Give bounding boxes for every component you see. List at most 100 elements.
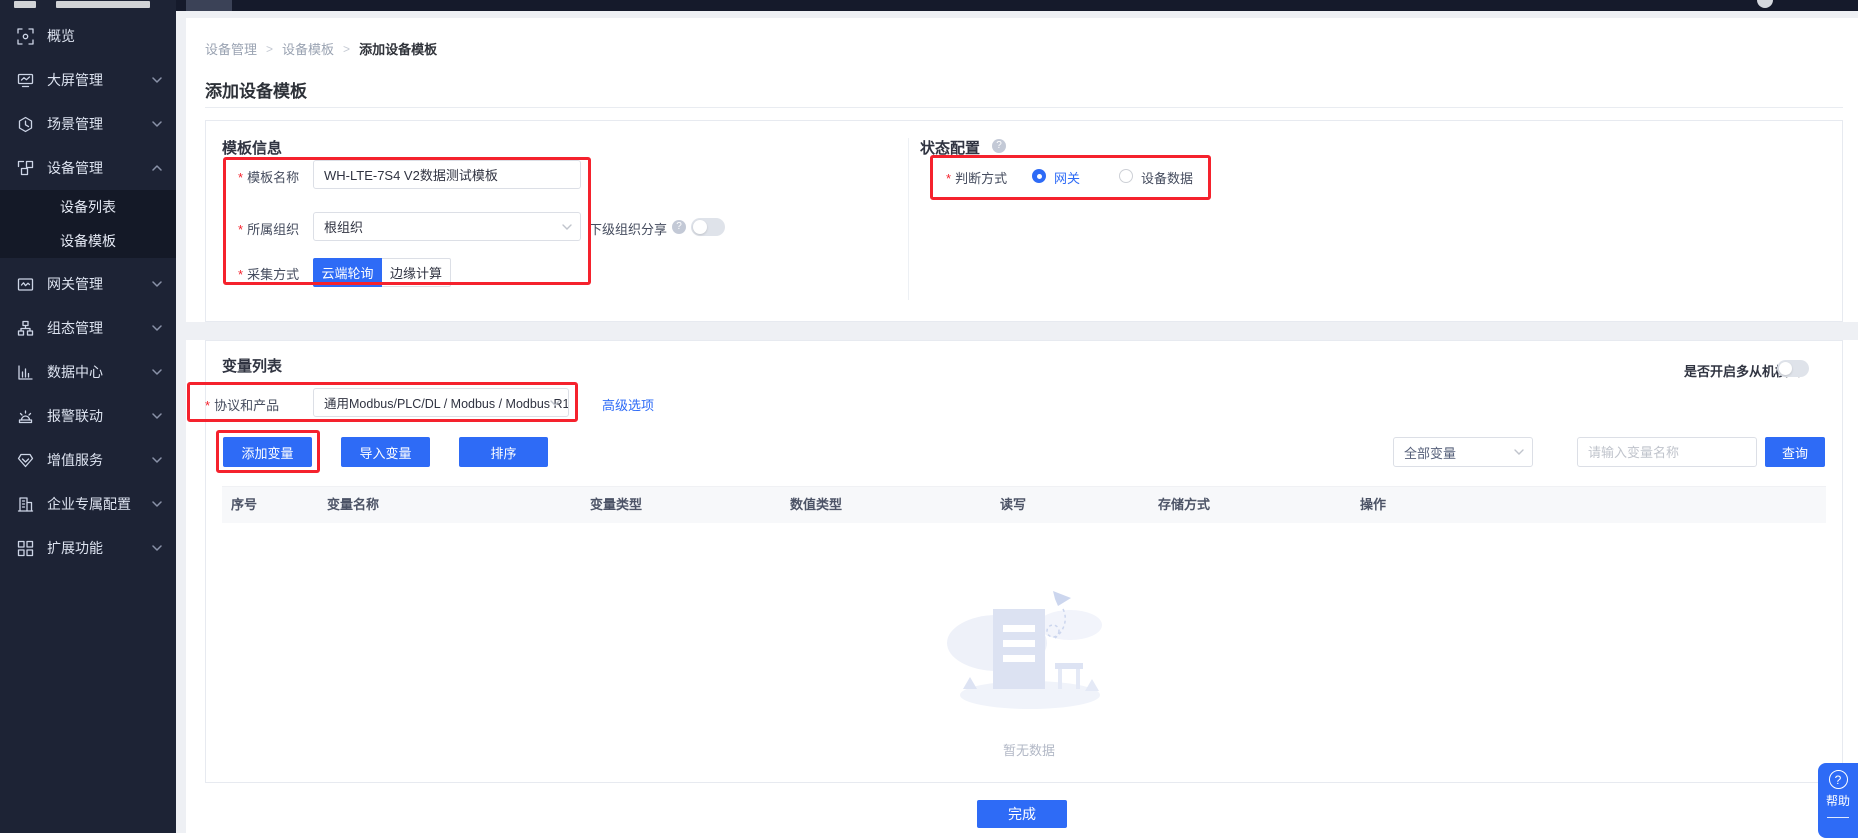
sidebar-item-label: 增值服务 — [47, 450, 103, 470]
breadcrumb-device-mgmt[interactable]: 设备管理 — [205, 39, 257, 58]
device-icon — [17, 160, 34, 177]
sidebar-subitem-label: 设备模板 — [60, 231, 116, 251]
sidebar-item-data-center[interactable]: 数据中心 — [0, 350, 176, 394]
sort-button[interactable]: 排序 — [459, 437, 548, 467]
help-widget-label: 帮助 — [1818, 792, 1858, 809]
variable-search-input[interactable] — [1577, 437, 1757, 467]
breadcrumb-separator: > — [266, 42, 273, 56]
breadcrumb: 设备管理 > 设备模板 > 添加设备模板 — [205, 39, 437, 58]
variable-table-header: 序号 变量名称 变量类型 数值类型 读写 存储方式 操作 — [222, 486, 1826, 523]
grid-icon — [17, 540, 34, 557]
template-info-section-title: 模板信息 — [222, 137, 282, 158]
brand-logo-fragment — [56, 1, 150, 8]
gem-icon — [17, 452, 34, 469]
add-variable-button[interactable]: 添加变量 — [223, 437, 312, 467]
alarm-icon — [17, 408, 34, 425]
chevron-down-icon — [550, 400, 560, 406]
sidebar-item-label: 大屏管理 — [47, 70, 103, 90]
brand-logo-fragment — [14, 1, 36, 8]
collect-mode-label: *采集方式 — [238, 264, 299, 283]
sidebar-item-label: 概览 — [47, 26, 75, 46]
chevron-down-icon — [152, 77, 162, 83]
col-header-read-write: 读写 — [1000, 487, 1026, 523]
screen-icon — [17, 72, 34, 89]
chevron-down-icon — [152, 325, 162, 331]
col-header-storage: 存储方式 — [1158, 487, 1210, 523]
col-header-index: 序号 — [231, 487, 257, 523]
protocol-select[interactable]: 通用Modbus/PLC/DL / Modbus / Modbus R1 — [313, 388, 569, 417]
sidebar-menu: 概览 大屏管理 场景管理 设备管理 设备列表 设备模板 — [0, 14, 176, 570]
scan-overview-icon — [17, 28, 34, 45]
topbar — [176, 0, 1858, 11]
status-config-section-title: 状态配置 — [920, 137, 980, 158]
breadcrumb-device-template[interactable]: 设备模板 — [282, 39, 334, 58]
sidebar-item-label: 组态管理 — [47, 318, 103, 338]
collect-cloud-polling-button[interactable]: 云端轮询 — [313, 258, 382, 287]
sidebar-item-scada-mgmt[interactable]: 组态管理 — [0, 306, 176, 350]
radio-gateway-label[interactable]: 网关 — [1054, 168, 1080, 187]
sub-org-share-toggle[interactable] — [691, 218, 725, 236]
breadcrumb-current: 添加设备模板 — [359, 39, 437, 58]
sidebar-item-scene-mgmt[interactable]: 场景管理 — [0, 102, 176, 146]
required-mark: * — [238, 170, 243, 185]
sidebar-subitem-device-list[interactable]: 设备列表 — [0, 190, 176, 224]
chevron-down-icon — [152, 501, 162, 507]
card-vertical-divider — [908, 138, 909, 300]
empty-state-text: 暂无数据 — [979, 740, 1079, 759]
sidebar: 概览 大屏管理 场景管理 设备管理 设备列表 设备模板 — [0, 0, 176, 833]
topbar-tab — [186, 0, 232, 11]
building-icon — [17, 496, 34, 513]
required-mark: * — [946, 171, 951, 186]
sidebar-item-screen-mgmt[interactable]: 大屏管理 — [0, 58, 176, 102]
help-question-icon[interactable]: ? — [992, 139, 1006, 153]
chevron-down-icon — [152, 121, 162, 127]
col-header-actions: 操作 — [1360, 487, 1386, 523]
template-name-input[interactable] — [313, 160, 581, 189]
sub-org-share-label: 下级组织分享 — [589, 219, 667, 238]
help-question-icon[interactable]: ? — [672, 220, 686, 234]
required-mark: * — [238, 222, 243, 237]
chevron-down-icon — [152, 413, 162, 419]
sidebar-subitem-device-template[interactable]: 设备模板 — [0, 224, 176, 258]
variable-filter-value: 全部变量 — [1404, 443, 1456, 462]
page-title: 添加设备模板 — [205, 77, 307, 102]
chevron-down-icon — [152, 369, 162, 375]
chevron-down-icon — [152, 457, 162, 463]
radio-device-data-label[interactable]: 设备数据 — [1141, 168, 1193, 187]
template-name-label: *模板名称 — [238, 167, 299, 186]
breadcrumb-separator: > — [343, 42, 350, 56]
content-left-gutter — [176, 11, 186, 833]
content-top-gutter — [186, 11, 1858, 18]
sidebar-item-label: 设备管理 — [47, 158, 103, 178]
variable-filter-select[interactable]: 全部变量 — [1393, 437, 1533, 467]
sidebar-item-gateway-mgmt[interactable]: 网关管理 — [0, 262, 176, 306]
help-widget-divider — [1827, 817, 1849, 818]
chevron-down-icon — [152, 545, 162, 551]
multi-slave-toggle[interactable] — [1777, 360, 1809, 377]
sidebar-item-extensions[interactable]: 扩展功能 — [0, 526, 176, 570]
sidebar-item-label: 场景管理 — [47, 114, 103, 134]
bar-chart-icon — [17, 364, 34, 381]
sidebar-item-value-added[interactable]: 增值服务 — [0, 438, 176, 482]
chevron-up-icon — [152, 165, 162, 171]
help-widget[interactable]: ? 帮助 — [1818, 763, 1858, 838]
advanced-options-link[interactable]: 高级选项 — [602, 395, 654, 414]
radio-gateway-selected[interactable] — [1032, 169, 1046, 183]
org-select[interactable]: 根组织 — [313, 212, 581, 241]
sidebar-item-enterprise-config[interactable]: 企业专属配置 — [0, 482, 176, 526]
card-gap-band — [186, 322, 1858, 340]
sidebar-item-overview[interactable]: 概览 — [0, 14, 176, 58]
radio-device-data[interactable] — [1119, 169, 1133, 183]
collect-edge-computing-button[interactable]: 边缘计算 — [382, 258, 451, 287]
import-variable-button[interactable]: 导入变量 — [341, 437, 430, 467]
sidebar-item-alarm-linkage[interactable]: 报警联动 — [0, 394, 176, 438]
org-label: *所属组织 — [238, 219, 299, 238]
done-button[interactable]: 完成 — [977, 800, 1067, 828]
search-button[interactable]: 查询 — [1765, 437, 1825, 467]
sidebar-item-device-mgmt[interactable]: 设备管理 — [0, 146, 176, 190]
chevron-down-icon — [1514, 449, 1524, 455]
org-select-value: 根组织 — [324, 217, 363, 236]
chevron-down-icon — [152, 281, 162, 287]
topology-icon — [17, 320, 34, 337]
col-header-value-type: 数值类型 — [790, 487, 842, 523]
